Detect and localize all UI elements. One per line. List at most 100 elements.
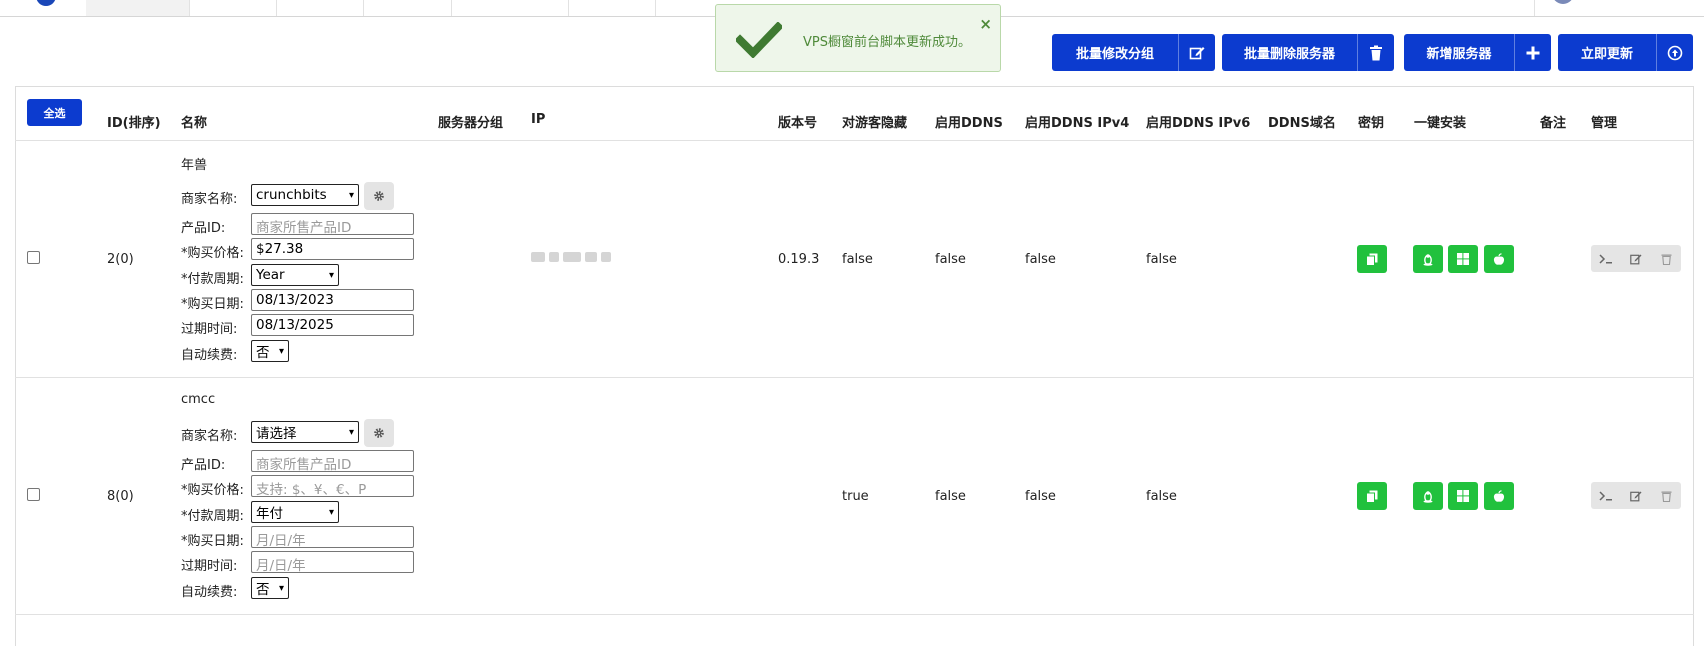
update-now-button[interactable]: 立即更新: [1558, 34, 1693, 71]
merchant-label: 商家名称:: [181, 429, 238, 444]
update-now-label: 立即更新: [1580, 47, 1633, 62]
terminal-icon[interactable]: [1593, 245, 1619, 272]
header-group: 服务器分组: [438, 116, 504, 131]
buy-date-field[interactable]: 08/13/2023: [251, 289, 414, 311]
server-name: cmcc: [181, 392, 216, 407]
avatar[interactable]: [1552, 0, 1574, 4]
auto-renew-select[interactable]: 否 ▾: [251, 340, 289, 362]
row-checkbox[interactable]: [27, 251, 40, 264]
copy-secret-button[interactable]: [1357, 245, 1387, 273]
plus-icon: [1514, 34, 1551, 71]
windows-icon: [1457, 490, 1469, 502]
toast-message: VPS橱窗前台脚本更新成功。: [803, 35, 971, 50]
add-server-button[interactable]: 新增服务器: [1404, 34, 1551, 71]
copy-secret-button[interactable]: [1357, 482, 1387, 510]
auto-renew-value: 否: [256, 345, 270, 361]
cycle-value: 年付: [256, 506, 283, 522]
chevron-down-icon: ▾: [328, 269, 334, 281]
product-id-field[interactable]: 商家所售产品ID: [251, 213, 414, 235]
install-linux-button[interactable]: [1413, 482, 1443, 510]
cycle-label: *付款周期:: [181, 509, 244, 524]
product-id-label: 产品ID:: [181, 221, 226, 236]
price-field[interactable]: $27.38: [251, 238, 414, 260]
merchant-value: 请选择: [256, 426, 297, 442]
buy-date-field[interactable]: 月/日/年: [251, 526, 414, 548]
server-name: 年兽: [181, 158, 208, 173]
linux-icon: [1423, 490, 1433, 503]
expire-field[interactable]: 月/日/年: [251, 551, 414, 573]
select-all-button[interactable]: 全选: [27, 99, 82, 126]
expire-field[interactable]: 08/13/2025: [251, 314, 414, 336]
auto-renew-value: 否: [256, 582, 270, 598]
copy-icon: [1366, 490, 1378, 503]
product-id-field[interactable]: 商家所售产品ID: [251, 450, 414, 472]
price-field[interactable]: 支持: $、¥、€、P: [251, 475, 414, 497]
cycle-value: Year: [256, 267, 285, 283]
chevron-down-icon: ▾: [278, 582, 284, 594]
row-checkbox[interactable]: [27, 488, 40, 501]
checkmark-icon: [736, 22, 782, 58]
ddns-value: false: [935, 489, 966, 504]
header-ddns-ipv6: 启用DDNS IPv6: [1146, 116, 1251, 131]
arrow-up-circle-icon: [1656, 34, 1693, 71]
merchant-settings-button[interactable]: [364, 182, 394, 210]
apple-icon: [1493, 489, 1505, 502]
nav-tab[interactable]: [276, 0, 364, 16]
nav-tab[interactable]: [451, 0, 569, 16]
cycle-select[interactable]: Year ▾: [251, 264, 339, 286]
nav-tab[interactable]: [568, 0, 656, 16]
linux-icon: [1423, 253, 1433, 266]
header-version: 版本号: [778, 116, 818, 131]
install-macos-button[interactable]: [1484, 245, 1514, 273]
auto-renew-select[interactable]: 否 ▾: [251, 577, 289, 599]
version-value: 0.19.3: [778, 252, 820, 267]
install-macos-button[interactable]: [1484, 482, 1514, 510]
ddns-value: false: [935, 252, 966, 267]
nav-tab[interactable]: [363, 0, 452, 16]
header-ddns: 启用DDNS: [935, 116, 1003, 131]
chevron-down-icon: ▾: [328, 506, 334, 518]
nav-tab[interactable]: [189, 0, 277, 16]
header-note: 备注: [1540, 116, 1567, 131]
merchant-select[interactable]: 请选择 ▾: [251, 421, 359, 443]
ddns-ipv4-value: false: [1025, 489, 1056, 504]
ddns-ipv4-value: false: [1025, 252, 1056, 267]
buy-date-label: *购买日期:: [181, 534, 244, 549]
copy-icon: [1366, 253, 1378, 266]
ddns-ipv6-value: false: [1146, 489, 1177, 504]
close-icon[interactable]: ×: [979, 15, 992, 33]
trash-icon[interactable]: [1653, 245, 1679, 272]
hide-value: true: [842, 489, 869, 504]
price-label: *购买价格:: [181, 483, 244, 498]
batch-delete-button[interactable]: 批量删除服务器: [1222, 34, 1394, 71]
success-toast: VPS橱窗前台脚本更新成功。 ×: [715, 4, 1001, 72]
header-hide: 对游客隐藏: [842, 116, 908, 131]
terminal-icon[interactable]: [1593, 482, 1619, 509]
batch-group-button[interactable]: 批量修改分组: [1052, 34, 1215, 71]
trash-icon[interactable]: [1653, 482, 1679, 509]
cycle-label: *付款周期:: [181, 272, 244, 287]
nav-tab-active[interactable]: [86, 0, 190, 16]
header-ddns-ipv4: 启用DDNS IPv4: [1025, 116, 1130, 131]
header-secret: 密钥: [1358, 116, 1385, 131]
batch-delete-label: 批量删除服务器: [1243, 47, 1335, 62]
merchant-label: 商家名称:: [181, 192, 238, 207]
edit-icon[interactable]: [1623, 482, 1649, 509]
batch-group-label: 批量修改分组: [1075, 47, 1154, 62]
edit-icon[interactable]: [1623, 245, 1649, 272]
auto-renew-label: 自动续费:: [181, 348, 238, 363]
install-windows-button[interactable]: [1448, 245, 1478, 273]
merchant-select[interactable]: crunchbits ▾: [251, 184, 359, 206]
cycle-select[interactable]: 年付 ▾: [251, 501, 339, 523]
header-name: 名称: [181, 116, 208, 131]
install-windows-button[interactable]: [1448, 482, 1478, 510]
product-id-label: 产品ID:: [181, 458, 226, 473]
ddns-ipv6-value: false: [1146, 252, 1177, 267]
apple-icon: [1493, 252, 1505, 265]
auto-renew-label: 自动续费:: [181, 585, 238, 600]
ip-redacted: [531, 252, 611, 262]
chevron-down-icon: ▾: [278, 345, 284, 357]
install-linux-button[interactable]: [1413, 245, 1443, 273]
windows-icon: [1457, 253, 1469, 265]
merchant-settings-button[interactable]: [364, 419, 394, 447]
